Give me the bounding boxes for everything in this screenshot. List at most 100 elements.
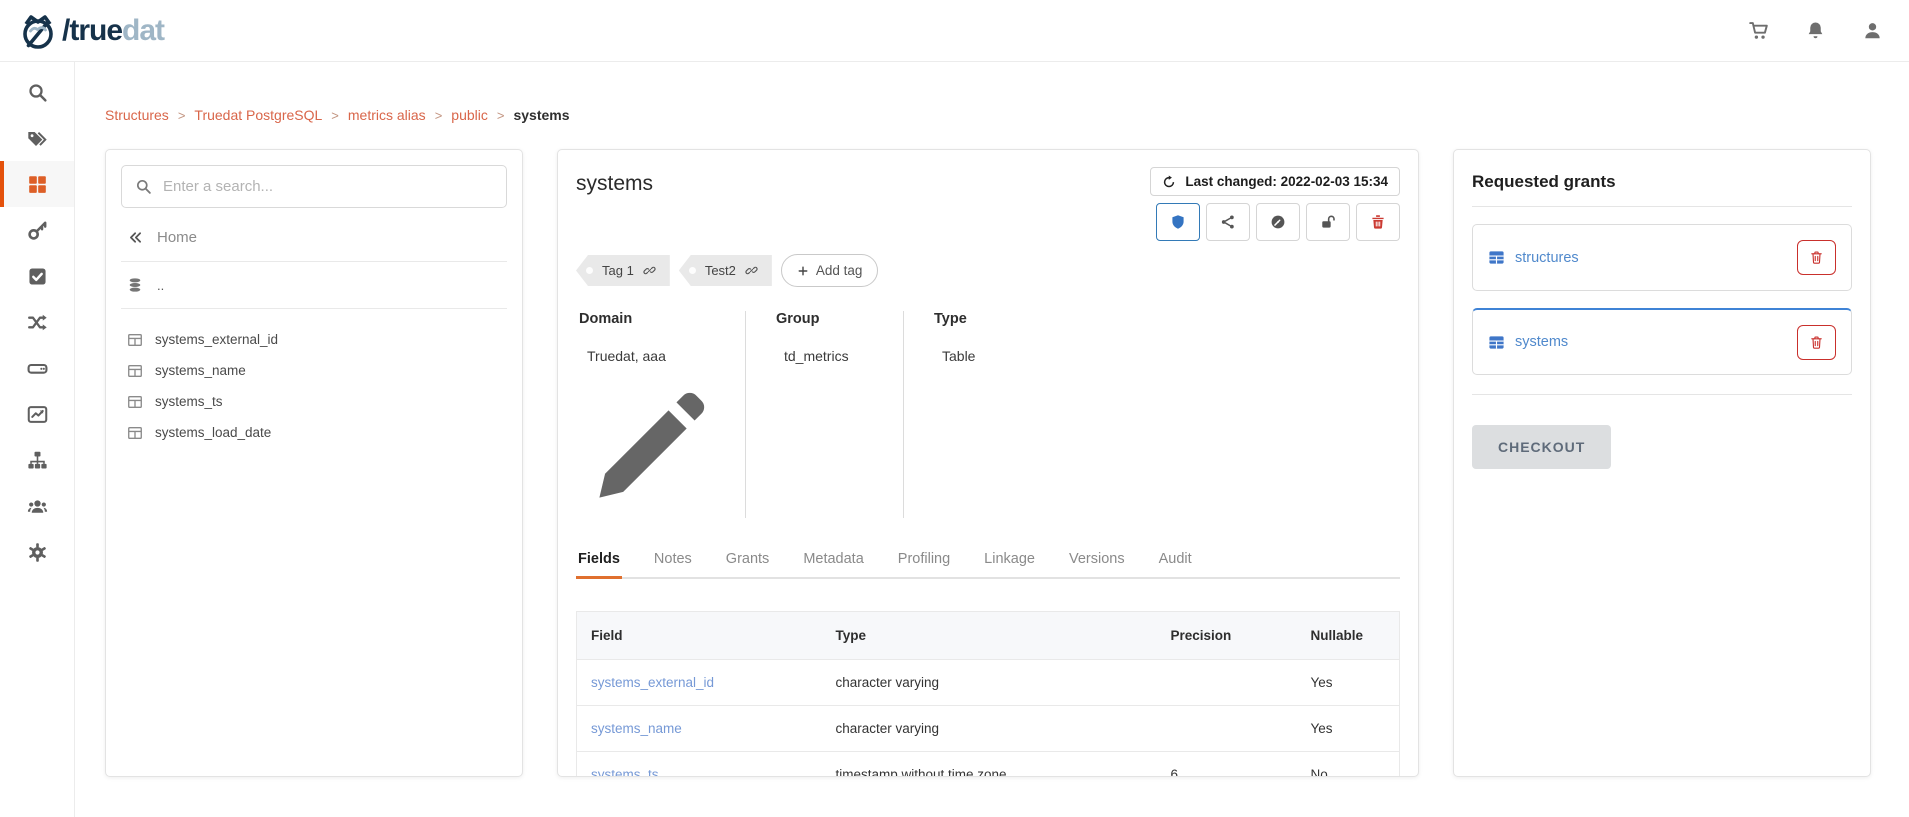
parent-node-label: .. <box>157 278 164 293</box>
field-label: systems_name <box>155 363 246 378</box>
chart-line-icon <box>27 404 48 425</box>
chevron-double-left-icon <box>127 229 144 246</box>
page-title: systems <box>576 172 653 196</box>
tab-metadata[interactable]: Metadata <box>801 542 865 579</box>
top-header: /truedat <box>0 0 1909 62</box>
explorer-field-list: systems_external_id systems_name systems… <box>121 324 507 448</box>
field-type: timestamp without time zone <box>822 752 1157 778</box>
sidebar-item-systems[interactable] <box>0 345 74 391</box>
sidebar-item-quality[interactable] <box>0 253 74 299</box>
grant-link[interactable]: structures <box>1488 249 1579 266</box>
tag-chip[interactable]: Tag 1 <box>576 255 670 286</box>
tab-versions[interactable]: Versions <box>1067 542 1127 579</box>
column-header-type: Type <box>822 612 1157 660</box>
link-icon <box>643 264 656 277</box>
meta-label: Type <box>934 311 975 327</box>
explorer-field-item[interactable]: systems_external_id <box>121 324 507 355</box>
notifications-bell-icon[interactable] <box>1805 20 1826 41</box>
sidebar-item-dashboards[interactable] <box>0 391 74 437</box>
field-precision <box>1157 706 1297 752</box>
grant-label: systems <box>1515 334 1568 350</box>
explorer-field-item[interactable]: systems_name <box>121 355 507 386</box>
tags-icon <box>27 128 48 149</box>
grants-title: Requested grants <box>1472 172 1852 192</box>
field-link[interactable]: systems_name <box>591 721 682 736</box>
field-label: systems_load_date <box>155 425 271 440</box>
shuffle-icon <box>27 312 48 333</box>
breadcrumb-structures[interactable]: Structures <box>105 107 169 123</box>
table-row: systems_external_id character varying Ye… <box>577 660 1400 706</box>
explorer-back-home[interactable]: Home <box>127 229 501 246</box>
field-link[interactable]: systems_external_id <box>591 675 714 690</box>
remove-grant-button[interactable] <box>1797 325 1836 360</box>
unlock-button[interactable] <box>1306 203 1350 241</box>
field-precision: 6 <box>1157 752 1297 778</box>
field-type: character varying <box>822 660 1157 706</box>
protect-button[interactable] <box>1156 203 1200 241</box>
tab-notes[interactable]: Notes <box>652 542 694 579</box>
explorer-search-box[interactable] <box>121 165 507 208</box>
field-label: systems_external_id <box>155 332 278 347</box>
edit-domain-pencil-icon[interactable] <box>579 382 715 518</box>
fields-table: Field Type Precision Nullable systems_ex… <box>576 611 1400 777</box>
structure-action-bar <box>1156 203 1400 241</box>
sidebar-item-domains[interactable] <box>0 437 74 483</box>
tag-chip[interactable]: Test2 <box>679 255 772 286</box>
explorer-field-item[interactable]: systems_load_date <box>121 417 507 448</box>
table-columns-icon <box>127 425 143 441</box>
sidebar-item-lineage[interactable] <box>0 299 74 345</box>
shield-icon <box>1170 214 1186 230</box>
breadcrumb-schema[interactable]: public <box>451 107 488 123</box>
tab-profiling[interactable]: Profiling <box>896 542 952 579</box>
link-icon <box>745 264 758 277</box>
explorer-parent-node[interactable]: .. <box>127 277 501 293</box>
breadcrumb-source[interactable]: Truedat PostgreSQL <box>194 107 322 123</box>
grant-link[interactable]: systems <box>1488 334 1568 351</box>
last-changed-button[interactable]: Last changed: 2022-02-03 15:34 <box>1150 167 1400 196</box>
breadcrumb-database[interactable]: metrics alias <box>348 107 426 123</box>
logo-text-dark: /true <box>62 14 122 47</box>
user-profile-icon[interactable] <box>1862 20 1883 41</box>
sidebar-item-search[interactable] <box>0 69 74 115</box>
sidebar-item-settings[interactable] <box>0 529 74 575</box>
tab-fields[interactable]: Fields <box>576 542 622 579</box>
field-link[interactable]: systems_ts <box>591 767 659 777</box>
sitemap-icon <box>27 450 48 471</box>
meta-domain: Domain Truedat, aaa <box>576 311 746 518</box>
users-icon <box>27 496 48 517</box>
share-button[interactable] <box>1206 203 1250 241</box>
home-label: Home <box>157 229 197 246</box>
truedat-logo[interactable]: /truedat <box>18 11 164 51</box>
sidebar-item-users[interactable] <box>0 483 74 529</box>
grid-icon <box>27 174 48 195</box>
table-icon <box>1488 334 1505 351</box>
cart-icon[interactable] <box>1748 20 1769 41</box>
search-icon <box>27 82 48 103</box>
fields-table-header: Field Type Precision Nullable <box>577 612 1400 660</box>
add-tag-label: Add tag <box>816 263 863 278</box>
grant-item-systems: systems <box>1472 308 1852 375</box>
sidebar-item-tags[interactable] <box>0 115 74 161</box>
field-nullable: Yes <box>1297 706 1400 752</box>
breadcrumb-separator: > <box>435 108 443 123</box>
tab-grants[interactable]: Grants <box>724 542 772 579</box>
field-nullable: No <box>1297 752 1400 778</box>
tag-label: Tag 1 <box>602 263 634 278</box>
trash-icon <box>1370 214 1386 230</box>
sidebar-item-structures[interactable] <box>0 161 74 207</box>
add-tag-button[interactable]: Add tag <box>781 254 879 287</box>
checkout-button[interactable]: CHECKOUT <box>1472 425 1611 469</box>
sidebar-item-permissions[interactable] <box>0 207 74 253</box>
tab-linkage[interactable]: Linkage <box>982 542 1037 579</box>
explorer-search-input[interactable] <box>163 178 493 195</box>
tab-audit[interactable]: Audit <box>1157 542 1194 579</box>
profiling-gauge-button[interactable] <box>1256 203 1300 241</box>
delete-structure-button[interactable] <box>1356 203 1400 241</box>
logo-text-light: dat <box>122 14 164 47</box>
field-nullable: Yes <box>1297 660 1400 706</box>
remove-grant-button[interactable] <box>1797 240 1836 275</box>
structure-meta: Domain Truedat, aaa Group td_metrics Typ… <box>576 311 1400 518</box>
breadcrumb-separator: > <box>178 108 186 123</box>
table-columns-icon <box>127 363 143 379</box>
explorer-field-item[interactable]: systems_ts <box>121 386 507 417</box>
